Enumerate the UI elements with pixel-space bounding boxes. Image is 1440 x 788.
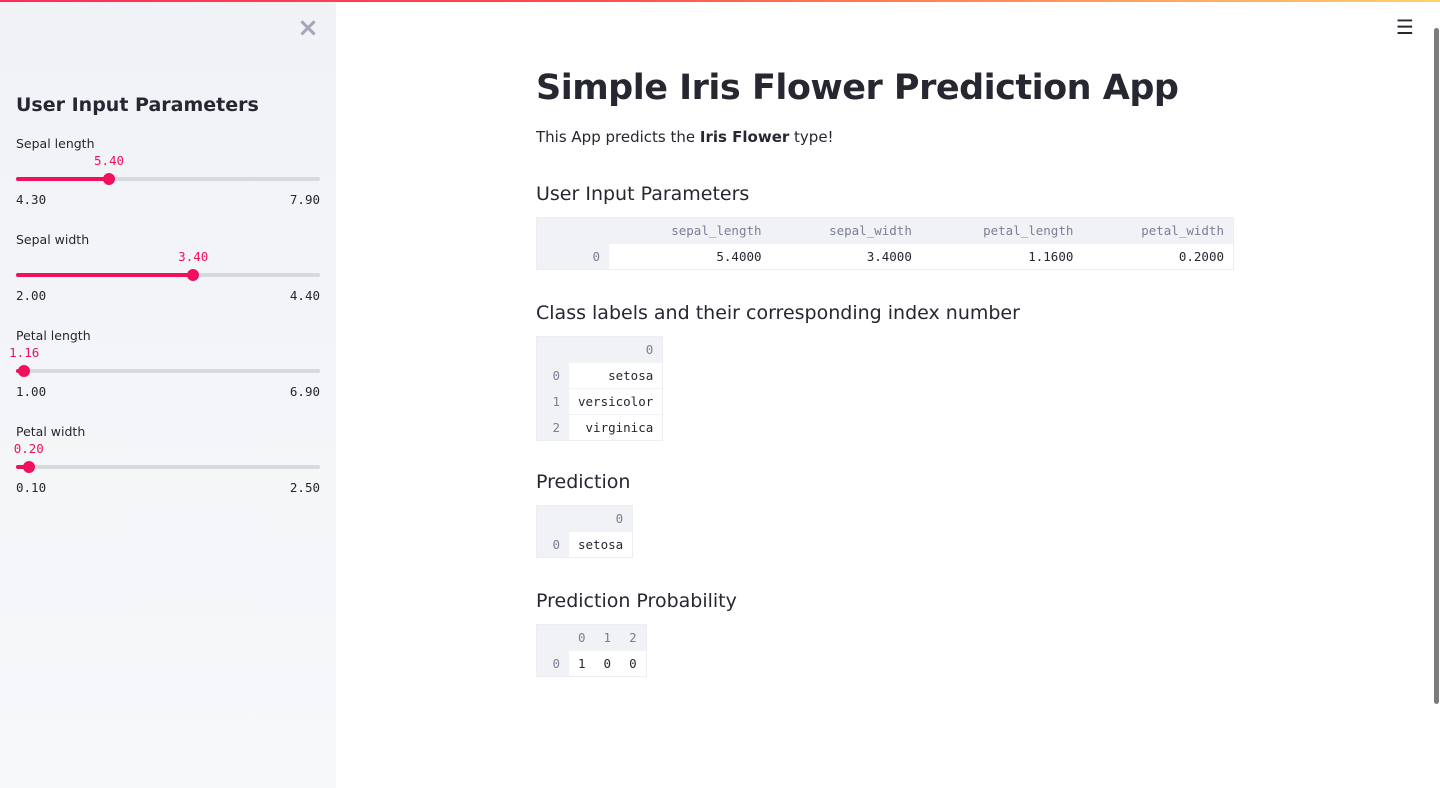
slider-fill bbox=[16, 273, 194, 277]
table-row: 0 setosa bbox=[536, 531, 633, 558]
column-header: sepal_width bbox=[770, 217, 921, 244]
table-cell: setosa bbox=[569, 531, 633, 558]
slider-label: Petal width bbox=[16, 424, 86, 439]
slider-min: 0.10 bbox=[16, 480, 47, 495]
table-header-row: sepal_length sepal_width petal_length pe… bbox=[536, 217, 1234, 244]
input-params-table: sepal_length sepal_width petal_length pe… bbox=[536, 217, 1234, 270]
hamburger-menu-icon[interactable]: ☰ bbox=[1394, 16, 1416, 38]
app-description: This App predicts the Iris Flower type! bbox=[536, 128, 834, 146]
slider-value: 1.16 bbox=[9, 345, 40, 360]
column-header: 0 bbox=[569, 624, 595, 651]
class-labels-table: 0 0 setosa 1 versicolor 2 virginica bbox=[536, 336, 664, 441]
column-header: petal_length bbox=[920, 217, 1083, 244]
page-scrollbar[interactable] bbox=[1434, 28, 1439, 704]
slider-min: 1.00 bbox=[16, 384, 47, 399]
table-cell: 3.4000 bbox=[770, 243, 921, 270]
top-accent-bar bbox=[0, 0, 1440, 2]
slider-track[interactable] bbox=[16, 365, 320, 377]
table-header-row: 0 bbox=[536, 505, 633, 532]
table-cell: virginica bbox=[569, 414, 663, 441]
desc-text: This App predicts the bbox=[536, 128, 700, 146]
prediction-heading: Prediction bbox=[536, 471, 631, 493]
slider-fill bbox=[16, 177, 110, 181]
table-cell: 1.1600 bbox=[920, 243, 1083, 270]
column-header: 0 bbox=[569, 336, 663, 363]
page-title: Simple Iris Flower Prediction App bbox=[536, 68, 1179, 108]
sidebar: × User Input Parameters Sepal length 5.4… bbox=[0, 0, 336, 788]
slider-label: Sepal width bbox=[16, 232, 90, 247]
prediction-probability-heading: Prediction Probability bbox=[536, 590, 737, 612]
slider-thumb[interactable] bbox=[103, 173, 116, 185]
slider-track[interactable] bbox=[16, 173, 320, 185]
row-index: 0 bbox=[536, 243, 609, 270]
row-index: 2 bbox=[536, 414, 569, 441]
table-cell: 0 bbox=[594, 650, 621, 677]
slider-track[interactable] bbox=[16, 461, 320, 473]
slider-max: 6.90 bbox=[289, 384, 320, 399]
slider-track[interactable] bbox=[16, 269, 320, 281]
column-header: petal_width bbox=[1082, 217, 1234, 244]
table-row: 0 5.4000 3.4000 1.1600 0.2000 bbox=[536, 243, 1234, 270]
slider-thumb[interactable] bbox=[18, 365, 31, 377]
slider-thumb[interactable] bbox=[22, 461, 35, 473]
row-index: 0 bbox=[536, 650, 569, 677]
prediction-table: 0 0 setosa bbox=[536, 505, 634, 558]
class-labels-heading: Class labels and their corresponding ind… bbox=[536, 302, 1020, 324]
index-header bbox=[536, 217, 609, 244]
sidebar-title: User Input Parameters bbox=[16, 94, 259, 116]
table-cell: 0.2000 bbox=[1082, 243, 1234, 270]
input-params-heading: User Input Parameters bbox=[536, 183, 750, 205]
row-index: 0 bbox=[536, 362, 569, 389]
table-row: 0 1 0 0 bbox=[536, 650, 647, 677]
table-row: 1 versicolor bbox=[536, 388, 663, 415]
table-cell: 1 bbox=[569, 650, 595, 677]
slider-label: Sepal length bbox=[16, 136, 95, 151]
slider-max: 2.50 bbox=[289, 480, 320, 495]
table-row: 0 setosa bbox=[536, 362, 663, 389]
column-header: 2 bbox=[620, 624, 647, 651]
slider-min: 2.00 bbox=[16, 288, 47, 303]
row-index: 1 bbox=[536, 388, 569, 415]
slider-max: 4.40 bbox=[289, 288, 320, 303]
table-cell: setosa bbox=[569, 362, 663, 389]
prediction-probability-table: 0 1 2 0 1 0 0 bbox=[536, 624, 647, 677]
slider-thumb[interactable] bbox=[187, 269, 200, 281]
close-sidebar-icon[interactable]: × bbox=[296, 14, 320, 42]
slider-value: 5.40 bbox=[93, 153, 125, 168]
row-index: 0 bbox=[536, 531, 569, 558]
index-header bbox=[536, 624, 569, 651]
column-header: sepal_length bbox=[609, 217, 771, 244]
column-header: 1 bbox=[594, 624, 621, 651]
table-cell: versicolor bbox=[569, 388, 663, 415]
slider-min: 4.30 bbox=[16, 192, 47, 207]
table-header-row: 0 1 2 bbox=[536, 624, 647, 651]
table-header-row: 0 bbox=[536, 336, 663, 363]
slider-label: Petal length bbox=[16, 328, 91, 343]
desc-text: type! bbox=[789, 128, 834, 146]
desc-bold: Iris Flower bbox=[699, 128, 790, 146]
table-cell: 0 bbox=[620, 650, 647, 677]
index-header bbox=[536, 505, 569, 532]
slider-value: 0.20 bbox=[13, 441, 44, 456]
slider-value: 3.40 bbox=[178, 249, 209, 264]
column-header: 0 bbox=[569, 505, 633, 532]
index-header bbox=[536, 336, 569, 363]
table-cell: 5.4000 bbox=[609, 243, 771, 270]
table-row: 2 virginica bbox=[536, 414, 663, 441]
slider-max: 7.90 bbox=[289, 192, 320, 207]
